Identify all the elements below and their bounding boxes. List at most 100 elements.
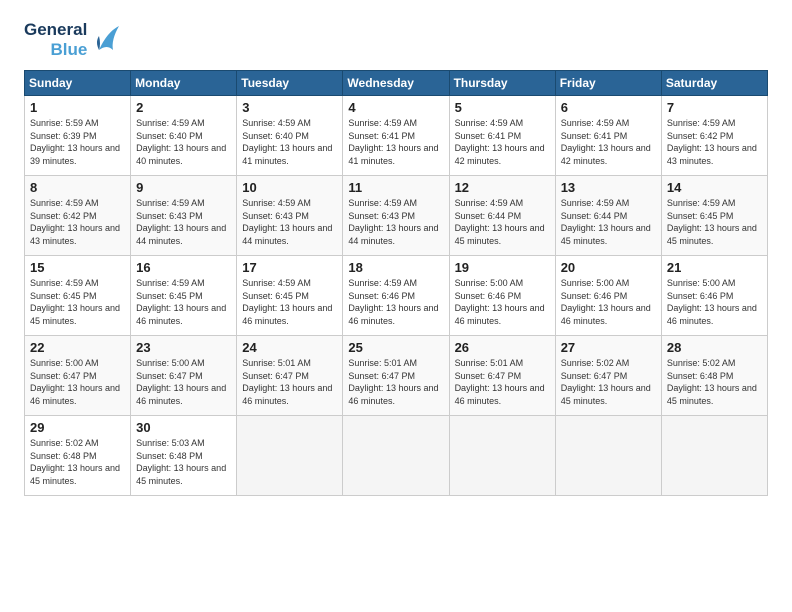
day-number: 24 — [242, 340, 337, 355]
day-info: Sunrise: 4:59 AMSunset: 6:42 PMDaylight:… — [30, 197, 125, 247]
day-number: 16 — [136, 260, 231, 275]
weekday-header-tuesday: Tuesday — [237, 71, 343, 96]
day-cell: 20 Sunrise: 5:00 AMSunset: 6:46 PMDayligh… — [555, 256, 661, 336]
day-number: 4 — [348, 100, 443, 115]
weekday-header-thursday: Thursday — [449, 71, 555, 96]
day-cell: 19 Sunrise: 5:00 AMSunset: 6:46 PMDayligh… — [449, 256, 555, 336]
day-cell: 11 Sunrise: 4:59 AMSunset: 6:43 PMDayligh… — [343, 176, 449, 256]
day-info: Sunrise: 5:02 AMSunset: 6:48 PMDaylight:… — [30, 437, 125, 487]
weekday-header-wednesday: Wednesday — [343, 71, 449, 96]
day-info: Sunrise: 5:00 AMSunset: 6:46 PMDaylight:… — [667, 277, 762, 327]
day-cell: 28Sunrise: 5:02 AMSunset: 6:48 PMDayligh… — [661, 336, 767, 416]
day-cell: 10Sunrise: 4:59 AMSunset: 6:43 PMDayligh… — [237, 176, 343, 256]
weekday-header-friday: Friday — [555, 71, 661, 96]
page: General Blue SundayMondayTuesdayWednesda… — [0, 0, 792, 612]
day-number: 25 — [348, 340, 443, 355]
day-number: 22 — [30, 340, 125, 355]
day-info: Sunrise: 4:59 AMSunset: 6:40 PMDaylight:… — [136, 117, 231, 167]
day-info: Sunrise: 5:00 AMSunset: 6:46 PMDaylight:… — [455, 277, 550, 327]
day-cell: 15 Sunrise: 4:59 AMSunset: 6:45 PMDayligh… — [25, 256, 131, 336]
day-info: Sunrise: 4:59 AMSunset: 6:41 PMDaylight:… — [455, 117, 550, 167]
day-info: Sunrise: 5:00 AMSunset: 6:47 PMDaylight:… — [30, 357, 125, 407]
day-number: 13 — [561, 180, 656, 195]
day-number: 5 — [455, 100, 550, 115]
day-cell: 4 Sunrise: 4:59 AMSunset: 6:41 PMDaylight… — [343, 96, 449, 176]
day-cell: 5 Sunrise: 4:59 AMSunset: 6:41 PMDaylight… — [449, 96, 555, 176]
day-info: Sunrise: 4:59 AMSunset: 6:42 PMDaylight:… — [667, 117, 762, 167]
day-cell: 7 Sunrise: 4:59 AMSunset: 6:42 PMDaylight… — [661, 96, 767, 176]
day-info: Sunrise: 5:01 AMSunset: 6:47 PMDaylight:… — [455, 357, 550, 407]
day-number: 27 — [561, 340, 656, 355]
week-row: 29 Sunrise: 5:02 AMSunset: 6:48 PMDayligh… — [25, 416, 768, 496]
day-cell: 6 Sunrise: 4:59 AMSunset: 6:41 PMDaylight… — [555, 96, 661, 176]
day-info: Sunrise: 4:59 AMSunset: 6:46 PMDaylight:… — [348, 277, 443, 327]
day-cell: 13 Sunrise: 4:59 AMSunset: 6:44 PMDayligh… — [555, 176, 661, 256]
week-row: 22 Sunrise: 5:00 AMSunset: 6:47 PMDayligh… — [25, 336, 768, 416]
day-cell: 30Sunrise: 5:03 AMSunset: 6:48 PMDayligh… — [131, 416, 237, 496]
day-info: Sunrise: 5:02 AMSunset: 6:47 PMDaylight:… — [561, 357, 656, 407]
day-info: Sunrise: 4:59 AMSunset: 6:45 PMDaylight:… — [242, 277, 337, 327]
day-number: 17 — [242, 260, 337, 275]
day-info: Sunrise: 5:59 AMSunset: 6:39 PMDaylight:… — [30, 117, 125, 167]
day-number: 18 — [348, 260, 443, 275]
weekday-header-row: SundayMondayTuesdayWednesdayThursdayFrid… — [25, 71, 768, 96]
day-number: 21 — [667, 260, 762, 275]
day-info: Sunrise: 4:59 AMSunset: 6:44 PMDaylight:… — [561, 197, 656, 247]
day-number: 28 — [667, 340, 762, 355]
day-number: 9 — [136, 180, 231, 195]
logo-bird-icon — [91, 22, 123, 58]
weekday-header-saturday: Saturday — [661, 71, 767, 96]
day-number: 20 — [561, 260, 656, 275]
calendar-table: SundayMondayTuesdayWednesdayThursdayFrid… — [24, 70, 768, 496]
weekday-header-monday: Monday — [131, 71, 237, 96]
day-number: 26 — [455, 340, 550, 355]
day-cell: 8 Sunrise: 4:59 AMSunset: 6:42 PMDaylight… — [25, 176, 131, 256]
day-number: 6 — [561, 100, 656, 115]
day-number: 10 — [242, 180, 337, 195]
day-info: Sunrise: 4:59 AMSunset: 6:45 PMDaylight:… — [30, 277, 125, 327]
header: General Blue — [24, 20, 768, 60]
day-cell: 14Sunrise: 4:59 AMSunset: 6:45 PMDayligh… — [661, 176, 767, 256]
day-info: Sunrise: 4:59 AMSunset: 6:40 PMDaylight:… — [242, 117, 337, 167]
day-number: 11 — [348, 180, 443, 195]
week-row: 8 Sunrise: 4:59 AMSunset: 6:42 PMDaylight… — [25, 176, 768, 256]
day-cell: 21 Sunrise: 5:00 AMSunset: 6:46 PMDayligh… — [661, 256, 767, 336]
day-info: Sunrise: 4:59 AMSunset: 6:43 PMDaylight:… — [136, 197, 231, 247]
empty-cell — [237, 416, 343, 496]
day-info: Sunrise: 4:59 AMSunset: 6:43 PMDaylight:… — [348, 197, 443, 247]
day-cell: 24 Sunrise: 5:01 AMSunset: 6:47 PMDayligh… — [237, 336, 343, 416]
week-row: 15 Sunrise: 4:59 AMSunset: 6:45 PMDayligh… — [25, 256, 768, 336]
day-number: 19 — [455, 260, 550, 275]
logo-text-general: General — [24, 20, 87, 40]
day-cell: 2Sunrise: 4:59 AMSunset: 6:40 PMDaylight… — [131, 96, 237, 176]
day-number: 23 — [136, 340, 231, 355]
day-number: 29 — [30, 420, 125, 435]
empty-cell — [449, 416, 555, 496]
day-info: Sunrise: 5:01 AMSunset: 6:47 PMDaylight:… — [242, 357, 337, 407]
day-number: 15 — [30, 260, 125, 275]
day-number: 1 — [30, 100, 125, 115]
day-number: 7 — [667, 100, 762, 115]
day-number: 3 — [242, 100, 337, 115]
day-cell: 18 Sunrise: 4:59 AMSunset: 6:46 PMDayligh… — [343, 256, 449, 336]
day-cell: 26 Sunrise: 5:01 AMSunset: 6:47 PMDayligh… — [449, 336, 555, 416]
day-number: 12 — [455, 180, 550, 195]
day-cell: 22 Sunrise: 5:00 AMSunset: 6:47 PMDayligh… — [25, 336, 131, 416]
day-cell: 9 Sunrise: 4:59 AMSunset: 6:43 PMDaylight… — [131, 176, 237, 256]
day-info: Sunrise: 4:59 AMSunset: 6:41 PMDaylight:… — [561, 117, 656, 167]
day-number: 30 — [136, 420, 231, 435]
day-info: Sunrise: 5:01 AMSunset: 6:47 PMDaylight:… — [348, 357, 443, 407]
day-info: Sunrise: 5:00 AMSunset: 6:47 PMDaylight:… — [136, 357, 231, 407]
day-info: Sunrise: 4:59 AMSunset: 6:41 PMDaylight:… — [348, 117, 443, 167]
weekday-header-sunday: Sunday — [25, 71, 131, 96]
week-row: 1 Sunrise: 5:59 AMSunset: 6:39 PMDaylight… — [25, 96, 768, 176]
day-info: Sunrise: 5:00 AMSunset: 6:46 PMDaylight:… — [561, 277, 656, 327]
day-cell: 12Sunrise: 4:59 AMSunset: 6:44 PMDayligh… — [449, 176, 555, 256]
day-info: Sunrise: 4:59 AMSunset: 6:45 PMDaylight:… — [136, 277, 231, 327]
day-cell: 1 Sunrise: 5:59 AMSunset: 6:39 PMDaylight… — [25, 96, 131, 176]
day-cell: 16 Sunrise: 4:59 AMSunset: 6:45 PMDayligh… — [131, 256, 237, 336]
day-number: 8 — [30, 180, 125, 195]
day-cell: 29 Sunrise: 5:02 AMSunset: 6:48 PMDayligh… — [25, 416, 131, 496]
logo-text-blue: Blue — [50, 40, 87, 60]
empty-cell — [661, 416, 767, 496]
